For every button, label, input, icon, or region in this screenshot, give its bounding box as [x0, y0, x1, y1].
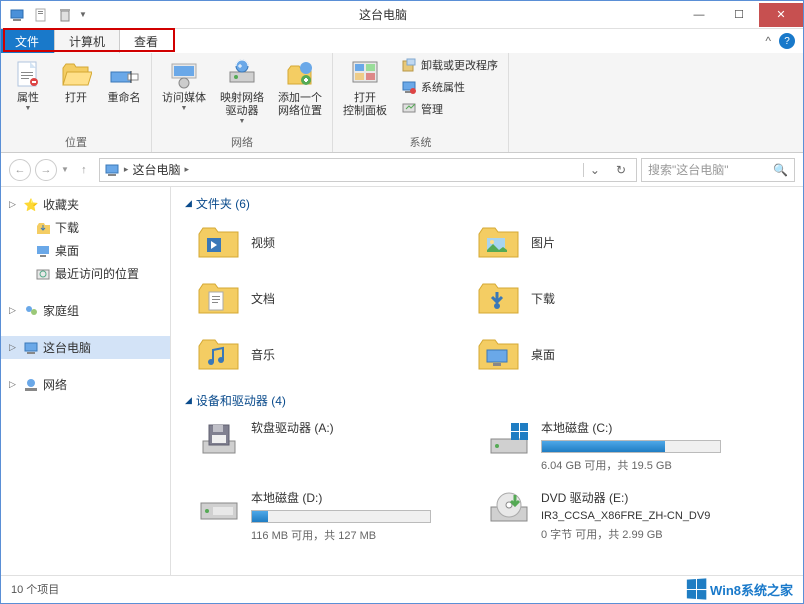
open-button[interactable]: 打开	[53, 55, 99, 132]
windows-drive-icon	[485, 419, 533, 459]
qat-this-pc-icon[interactable]	[9, 7, 25, 23]
rename-button[interactable]: 重命名	[101, 55, 147, 132]
statusbar: 10 个项目	[1, 575, 803, 601]
drive-c[interactable]: 本地磁盘 (C:) 6.04 GB 可用，共 19.5 GB	[481, 415, 761, 477]
uninstall-button[interactable]: 卸载或更改程序	[395, 55, 504, 75]
qat-properties-icon[interactable]	[33, 7, 49, 23]
folder-documents[interactable]: 文档	[191, 274, 461, 322]
search-icon: 🔍	[773, 163, 788, 177]
forward-button[interactable]: →	[35, 159, 57, 181]
titlebar: ▼ 这台电脑 — ☐ ✕	[1, 1, 803, 29]
ribbon: 属性 ▼ 打开 重命名 位置 访问媒体 ▼ 映射网络 驱动器	[1, 53, 803, 153]
dvd-icon	[485, 489, 533, 529]
hdd-icon	[195, 489, 243, 529]
tree-downloads[interactable]: 下载	[1, 216, 170, 239]
search-input[interactable]: 搜索"这台电脑" 🔍	[641, 158, 795, 182]
quick-access-toolbar: ▼	[1, 7, 87, 23]
drive-d[interactable]: 本地磁盘 (D:) 116 MB 可用，共 127 MB	[191, 485, 471, 547]
network-icon	[23, 377, 39, 393]
help-icon[interactable]: ?	[779, 33, 795, 49]
system-properties-button[interactable]: 系统属性	[395, 77, 504, 97]
nav-tree: ▷⭐收藏夹 下载 桌面 最近访问的位置 ▷家庭组 ▷这台电脑 ▷网络	[1, 187, 171, 575]
tab-file[interactable]: 文件	[1, 29, 54, 53]
ribbon-tabs: 文件 计算机 查看 ^ ?	[1, 29, 803, 53]
pc-icon	[23, 340, 39, 356]
tab-view[interactable]: 查看	[120, 29, 173, 53]
back-button[interactable]: ←	[9, 159, 31, 181]
folder-music[interactable]: 音乐	[191, 330, 461, 378]
music-folder-icon	[195, 334, 243, 374]
close-button[interactable]: ✕	[759, 3, 803, 27]
documents-folder-icon	[195, 278, 243, 318]
tab-computer[interactable]: 计算机	[54, 29, 120, 53]
qat-undelete-icon[interactable]	[57, 7, 73, 23]
breadcrumb-pc-icon	[104, 162, 120, 178]
bc-dropdown-icon[interactable]: ⌄	[583, 163, 606, 177]
recent-icon	[35, 266, 51, 282]
floppy-icon	[195, 419, 243, 459]
desktop-folder-icon	[475, 334, 523, 374]
maximize-button[interactable]: ☐	[719, 3, 759, 27]
drive-floppy[interactable]: 软盘驱动器 (A:)	[191, 415, 471, 477]
breadcrumb-text[interactable]: 这台电脑	[132, 161, 180, 178]
content-pane: ◢文件夹 (6) 视频 图片 文档 下载 音乐 桌面 ◢设备和驱动器 (4) 软…	[171, 187, 803, 575]
refresh-icon[interactable]: ↻	[610, 163, 632, 177]
tree-recent[interactable]: 最近访问的位置	[1, 262, 170, 285]
ribbon-group-network: 访问媒体 ▼ 映射网络 驱动器 ▼ 添加一个 网络位置 网络	[152, 53, 333, 152]
map-drive-button[interactable]: 映射网络 驱动器 ▼	[214, 55, 270, 132]
ribbon-group-location: 属性 ▼ 打开 重命名 位置	[1, 53, 152, 152]
downloads-folder-icon	[475, 278, 523, 318]
download-icon	[35, 220, 51, 236]
tree-homegroup[interactable]: ▷家庭组	[1, 299, 170, 322]
chevron-right-icon[interactable]: ▸	[124, 164, 129, 175]
folder-downloads[interactable]: 下载	[471, 274, 741, 322]
folder-pictures[interactable]: 图片	[471, 218, 741, 266]
search-placeholder: 搜索"这台电脑"	[648, 161, 729, 178]
qat-dropdown-icon[interactable]: ▼	[79, 10, 87, 19]
devices-section-header[interactable]: ◢设备和驱动器 (4)	[185, 392, 789, 409]
pictures-folder-icon	[475, 222, 523, 262]
up-button[interactable]: ↑	[73, 159, 95, 181]
folders-section-header[interactable]: ◢文件夹 (6)	[185, 195, 789, 212]
navbar: ← → ▼ ↑ ▸ 这台电脑 ▸ ⌄ ↻ 搜索"这台电脑" 🔍	[1, 153, 803, 187]
star-icon: ⭐	[23, 197, 39, 213]
folder-desktop[interactable]: 桌面	[471, 330, 741, 378]
window-controls: — ☐ ✕	[679, 3, 803, 27]
drives-grid: 软盘驱动器 (A:) 本地磁盘 (C:) 6.04 GB 可用，共 19.5 G…	[185, 415, 789, 547]
tree-favorites[interactable]: ▷⭐收藏夹	[1, 193, 170, 216]
tree-network[interactable]: ▷网络	[1, 373, 170, 396]
drive-d-bar	[251, 510, 431, 523]
folder-video[interactable]: 视频	[191, 218, 461, 266]
collapse-ribbon-icon[interactable]: ^	[765, 34, 771, 48]
homegroup-icon	[23, 303, 39, 319]
item-count: 10 个项目	[11, 581, 59, 597]
desktop-icon	[35, 243, 51, 259]
ribbon-group-system: 打开 控制面板 卸载或更改程序 系统属性 管理 系统	[333, 53, 509, 152]
recent-dropdown-icon[interactable]: ▼	[61, 165, 69, 174]
chevron-right-icon[interactable]: ▸	[184, 164, 189, 175]
access-media-button[interactable]: 访问媒体 ▼	[156, 55, 212, 132]
video-folder-icon	[195, 222, 243, 262]
folders-grid: 视频 图片 文档 下载 音乐 桌面	[185, 218, 789, 378]
windows-logo-icon	[687, 578, 706, 599]
drive-c-bar	[541, 440, 721, 453]
body-area: ▷⭐收藏夹 下载 桌面 最近访问的位置 ▷家庭组 ▷这台电脑 ▷网络 ◢文件夹 …	[1, 187, 803, 575]
properties-button[interactable]: 属性 ▼	[5, 55, 51, 132]
control-panel-button[interactable]: 打开 控制面板	[337, 55, 393, 132]
tree-desktop[interactable]: 桌面	[1, 239, 170, 262]
tree-this-pc[interactable]: ▷这台电脑	[1, 336, 170, 359]
breadcrumb[interactable]: ▸ 这台电脑 ▸ ⌄ ↻	[99, 158, 637, 182]
add-location-button[interactable]: 添加一个 网络位置	[272, 55, 328, 132]
minimize-button[interactable]: —	[679, 3, 719, 27]
window-title: 这台电脑	[87, 6, 679, 23]
watermark: Win8系统之家	[686, 579, 793, 599]
drive-dvd[interactable]: DVD 驱动器 (E:) IR3_CCSA_X86FRE_ZH-CN_DV9 0…	[481, 485, 761, 547]
manage-button[interactable]: 管理	[395, 99, 504, 119]
